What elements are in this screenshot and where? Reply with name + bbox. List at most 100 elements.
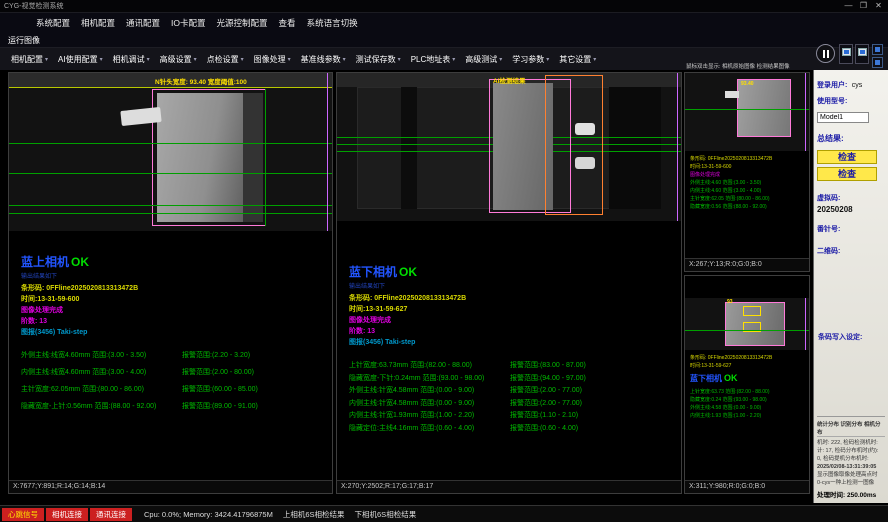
ok-status: OK: [399, 265, 417, 279]
menu-item-io-config[interactable]: IO卡配置: [171, 17, 205, 29]
result-subtitle: 输出结果如下: [21, 271, 328, 280]
toolbar-learn-params[interactable]: 学习参数▾: [509, 52, 552, 67]
toolbar-plc-address[interactable]: PLC地址表▾: [408, 52, 459, 67]
camera-view-center[interactable]: AI检测结果 蓝下相机OK 输出结果如下 条形码: 0FFline2025020…: [336, 72, 682, 494]
connector: [725, 91, 739, 98]
menu-item-comm-config[interactable]: 通讯配置: [126, 17, 160, 29]
barcode-text: 条形码: 0FFline2025020813313472B: [690, 354, 809, 362]
measurement-value: 隐藏宽度-下针:0.24mm 范围:(93.00 - 98.00): [349, 373, 504, 386]
pause-button[interactable]: [816, 44, 835, 63]
overlay-label: 93.40: [741, 81, 754, 87]
measurement-row: 隐藏宽度-上针:0.56mm 范围:(88.00 - 92.00)报警范围:(8…: [21, 401, 328, 418]
model-input[interactable]: [817, 112, 869, 123]
measurement-value: 内侧主线:针宽4.58mm 范围:(0.00 - 9.00): [349, 398, 504, 411]
measurement-row: 内侧主线:针宽1.93mm 范围:(1.00 - 2.20)报警范围:(1.10…: [349, 410, 677, 423]
barcode-text: 条形码: 0FFline2025020813313472B: [690, 155, 809, 163]
minimize-button[interactable]: —: [841, 0, 856, 13]
part-shadow: [243, 93, 263, 222]
image-save-button[interactable]: [855, 44, 869, 64]
login-user-row: 登录用户: cys: [817, 74, 885, 92]
mini-tool-icon[interactable]: [872, 57, 883, 68]
machine-column: [401, 87, 417, 209]
menu-item-view[interactable]: 查看: [279, 17, 296, 29]
process-status: 图像处理完成: [21, 305, 328, 316]
measurement-value: 内侧主线:针宽1.93mm 范围:(1.00 - 2.20): [349, 410, 504, 423]
measurement-value: 隐藏宽度:0.56 范围:(88.00 - 92.00): [690, 203, 809, 211]
measurement-row: 内侧主线:针宽4.58mm 范围:(0.00 - 9.00)报警范围:(2.00…: [349, 398, 677, 411]
menu-item-camera-config[interactable]: 相机配置: [81, 17, 115, 29]
alarm-range: 报警范围:(2.20 - 3.20): [182, 350, 250, 367]
toolbar-image-process[interactable]: 图像处理▾: [251, 52, 294, 67]
side-caption: 鼠标双击显示: 相机原始图像 检测结果图像: [686, 62, 812, 70]
ok-status: OK: [724, 373, 738, 383]
maximize-button[interactable]: ❐: [856, 0, 871, 13]
window-title: CYG-视觉检测系统: [4, 1, 64, 11]
menu-item-system-config[interactable]: 系统配置: [36, 17, 70, 29]
qr-row: 二维码:: [817, 240, 885, 258]
measurement-row: 外侧主线:线宽4.60mm 范围:(3.00 - 3.50)报警范围:(2.20…: [21, 350, 328, 367]
mini-tool-icon[interactable]: [872, 44, 883, 55]
camera-image-small-bottom[interactable]: 93: [685, 298, 809, 350]
toolbar-other-settings[interactable]: 其它设置▾: [556, 52, 599, 67]
measurement-value: 内侧主线:1.93 范围:(1.00 - 2.20): [690, 412, 809, 420]
stats-datetime: 2025/02/08-13:31:39:05: [817, 463, 885, 471]
chevron-down-icon: ▾: [343, 56, 346, 63]
toolbar-camera-debug[interactable]: 相机调试▾: [110, 52, 153, 67]
measurement-value: 外侧主线:4.58 范围:(0.00 - 9.00): [690, 404, 809, 412]
close-button[interactable]: ✕: [871, 0, 886, 13]
toolbar-ai-config[interactable]: AI使用配置▾: [55, 52, 106, 67]
toolbar-advanced-settings[interactable]: 高级设置▾: [157, 52, 200, 67]
virtual-code-row: 虚拟码: 20250208: [817, 187, 885, 214]
stats-line: 显示图像取像处理高点时: [817, 471, 885, 479]
camera-view-small-top[interactable]: 93.40 条形码: 0FFline2025020813313472B 时间:1…: [684, 72, 810, 272]
measurement-value: 内侧主线:4.60 范围:(3.00 - 4.00): [690, 187, 809, 195]
measurement-row: 隐藏宽度-下针:0.24mm 范围:(93.00 - 98.00)报警范围:(9…: [349, 373, 677, 386]
alarm-range: 报警范围:(0.60 - 4.00): [510, 423, 578, 436]
ai-detect-rect: [545, 75, 603, 215]
measurement-value: 上针宽度:63.73 范围:(82.00 - 88.00): [690, 388, 809, 396]
menu-item-light-config[interactable]: 光源控制配置: [217, 17, 268, 29]
bright-spot: [575, 157, 595, 169]
measure-line-vertical: [265, 89, 266, 226]
camera-snapshot-button[interactable]: [839, 44, 853, 64]
toolbar-advanced-test[interactable]: 高级测试▾: [462, 52, 505, 67]
toolbar-camera-config[interactable]: 相机配置▾: [8, 52, 51, 67]
step-count: 阶数: 13: [21, 316, 328, 327]
camera-result-title: 蓝下相机OK: [685, 373, 809, 384]
part-block: [737, 79, 791, 137]
result-box-1: 检查: [817, 150, 877, 164]
ok-status: OK: [71, 255, 89, 269]
camera-view-left[interactable]: N针头宽度: 93.40 宽度阈值:100 蓝上相机OK 输出结果如下 条形码:…: [8, 72, 333, 494]
upper-camera-result: 上相机6S相检结果: [283, 509, 345, 520]
time-text: 时间:13-31-59-600: [690, 163, 809, 171]
alarm-range: 报警范围:(60.00 - 85.00): [182, 384, 258, 401]
chevron-down-icon: ▾: [546, 56, 549, 63]
chevron-down-icon: ▾: [288, 56, 291, 63]
toolbar-spot-check[interactable]: 点检设置▾: [204, 52, 247, 67]
measurement-row: 上针宽度:63.73mm 范围:(82.00 - 88.00)报警范围:(83.…: [349, 360, 677, 373]
title-bar: CYG-视觉检测系统 — ❐ ✕: [0, 0, 888, 13]
toolbar-baseline-params[interactable]: 基准线参数▾: [298, 52, 349, 67]
camera-image-left[interactable]: N针头宽度: 93.40 宽度阈值:100: [9, 73, 332, 231]
stats-line: 计: 17, 检码分布机时(约):: [817, 447, 885, 455]
camera-image-small-top[interactable]: 93.40: [685, 73, 809, 151]
time-text: 时间:13-31-59-627: [349, 304, 677, 315]
camera-image-center[interactable]: AI检测结果: [337, 73, 681, 221]
tab-run-image[interactable]: 运行图像: [8, 35, 40, 46]
image-icon: [858, 48, 867, 56]
task-step: 图报(3456) Taki-step: [349, 337, 677, 348]
result-subtitle: 输出结果如下: [349, 281, 677, 290]
overlay-label: N针头宽度: 93.40 宽度阈值:100: [155, 76, 247, 86]
overlay-label: AI检测结果: [493, 75, 526, 85]
menu-item-language[interactable]: 系统语言切换: [307, 17, 358, 29]
alarm-range: 报警范围:(83.00 - 87.00): [510, 360, 586, 373]
measurement-value: 隐藏宽度-上针:0.56mm 范围:(88.00 - 92.00): [21, 401, 176, 418]
heartbeat-indicator: 心跳信号: [2, 508, 44, 521]
model-label: 使用型号:: [817, 96, 885, 106]
tab-row: 运行图像: [0, 33, 888, 48]
chevron-down-icon: ▾: [241, 56, 244, 63]
toolbar-test-save[interactable]: 测试保存数▾: [353, 52, 404, 67]
alarm-range: 报警范围:(2.00 - 77.00): [510, 385, 582, 398]
camera-view-small-bottom[interactable]: 93 条形码: 0FFline2025020813313472B 时间:13-3…: [684, 275, 810, 494]
camera-connection-indicator: 相机连接: [46, 508, 88, 521]
